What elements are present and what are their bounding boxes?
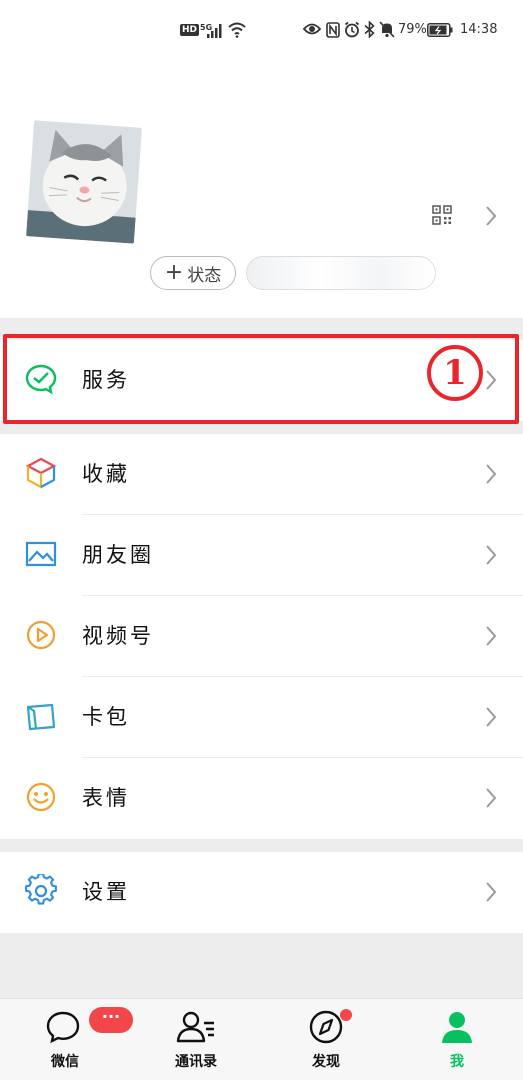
step-marker: 1 xyxy=(427,345,483,401)
menu-label: 收藏 xyxy=(82,462,130,486)
tab-me[interactable]: 我 xyxy=(407,999,507,1080)
chat-bubble-icon xyxy=(46,1011,80,1044)
menu-label: 卡包 xyxy=(82,705,130,729)
tab-chats[interactable]: ··· 微信 xyxy=(15,999,133,1080)
card-wallet-icon xyxy=(26,703,56,731)
chevron-right-icon xyxy=(486,707,497,727)
mute-bell-icon xyxy=(379,21,395,38)
wifi-icon xyxy=(228,22,246,38)
friend-status-pill[interactable] xyxy=(246,256,436,290)
add-status-button[interactable]: + 状态 xyxy=(150,256,236,290)
picture-icon xyxy=(25,541,57,567)
menu-item-favorites[interactable]: 收藏 xyxy=(0,434,523,515)
status-button-label: 状态 xyxy=(187,265,222,286)
tab-label: 我 xyxy=(450,1054,464,1070)
chevron-right-icon xyxy=(486,464,497,484)
menu-item-cards[interactable]: 卡包 xyxy=(0,677,523,758)
chevron-right-icon xyxy=(486,545,497,565)
menu-label: 设置 xyxy=(82,880,130,904)
menu-label: 朋友圈 xyxy=(82,543,154,567)
menu-label: 表情 xyxy=(82,786,130,810)
chevron-right-icon xyxy=(486,626,497,646)
tab-discover[interactable]: 发现 xyxy=(276,999,376,1080)
menu-label: 视频号 xyxy=(82,624,154,648)
battery-icon xyxy=(427,23,453,37)
smiley-icon xyxy=(26,782,56,812)
menu-item-channels[interactable]: 视频号 xyxy=(0,596,523,677)
menu-item-moments[interactable]: 朋友圈 xyxy=(0,515,523,596)
tab-label: 通讯录 xyxy=(175,1054,217,1070)
alarm-icon xyxy=(344,21,360,38)
menu-item-stickers[interactable]: 表情 xyxy=(0,758,523,839)
new-activity-dot xyxy=(340,1009,352,1021)
battery-percent: 79% xyxy=(398,22,427,37)
cat-avatar-image xyxy=(26,120,142,244)
chevron-right-icon[interactable] xyxy=(484,205,498,227)
tab-label: 微信 xyxy=(51,1054,79,1070)
qr-code-icon[interactable] xyxy=(432,205,452,225)
profile-header[interactable]: + 状态 xyxy=(0,60,523,318)
menu-item-settings[interactable]: 设置 xyxy=(0,852,523,933)
play-circle-icon xyxy=(26,620,56,650)
avatar[interactable] xyxy=(26,120,142,244)
tab-contacts[interactable]: 通讯录 xyxy=(146,999,246,1080)
bottom-tab-bar: ··· 微信 通讯录 发现 我 xyxy=(0,998,523,1080)
bluetooth-icon xyxy=(364,21,375,38)
status-bar: HD 5G 79% 14:38 xyxy=(0,0,523,60)
chevron-right-icon xyxy=(486,788,497,808)
plus-icon: + xyxy=(164,260,184,285)
clock: 14:38 xyxy=(460,22,498,37)
cube-icon xyxy=(25,457,57,489)
unread-badge: ··· xyxy=(89,1007,133,1033)
person-icon xyxy=(442,1012,472,1043)
eye-icon xyxy=(303,23,321,35)
hd-indicator: HD xyxy=(180,24,200,36)
signal-icon xyxy=(207,24,222,38)
gear-icon xyxy=(24,874,57,905)
contacts-icon xyxy=(176,1011,214,1043)
chevron-right-icon xyxy=(486,882,497,902)
nfc-icon xyxy=(326,22,340,38)
tab-label: 发现 xyxy=(312,1054,340,1070)
